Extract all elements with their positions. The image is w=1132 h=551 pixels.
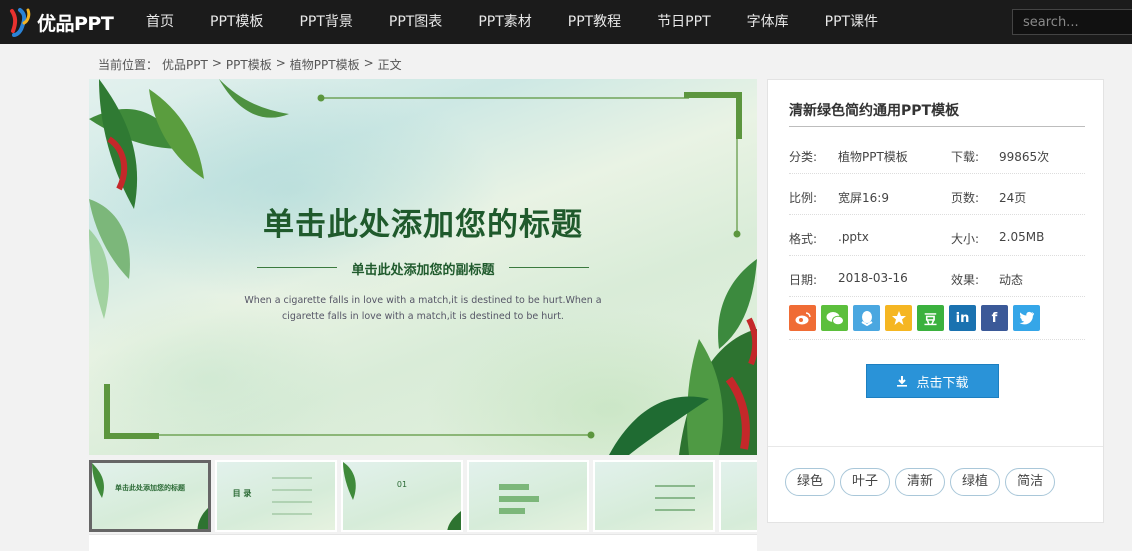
title-divider — [789, 126, 1085, 127]
download-button[interactable]: 点击下载 — [866, 364, 999, 398]
tag-leaf[interactable]: 叶子 — [840, 468, 891, 496]
info-row-ratio: 比例: 宽屏16:9 页数: 24页 — [789, 175, 1085, 215]
share-wechat-button[interactable] — [821, 305, 848, 331]
share-qq-button[interactable] — [853, 305, 880, 331]
share-buttons: 豆 in f — [789, 305, 1040, 331]
download-count: 99865次 — [999, 150, 1050, 164]
nav-ppt-courseware[interactable]: PPT课件 — [807, 0, 896, 44]
slide-body-line: cigarette falls in love with a match,it … — [282, 311, 564, 322]
weibo-icon — [795, 312, 811, 325]
share-qzone-button[interactable] — [885, 305, 912, 331]
nav-home[interactable]: 首页 — [128, 0, 192, 44]
top-navbar: 优品PPT 首页 PPT模板 PPT背景 PPT图表 PPT素材 PPT教程 节… — [0, 0, 1132, 44]
facebook-icon: f — [991, 310, 998, 326]
page-count: 24页 — [999, 191, 1027, 205]
info-label: 下载: — [951, 150, 980, 164]
tag-green[interactable]: 绿色 — [785, 468, 836, 496]
thumbnail-2[interactable]: 目 录 — [215, 460, 337, 532]
info-label: 格式: — [789, 232, 818, 246]
nav-ppt-templates[interactable]: PPT模板 — [192, 0, 281, 44]
download-label: 点击下载 — [916, 375, 969, 391]
thumbnail-6[interactable] — [719, 460, 757, 532]
breadcrumb-prefix: 当前位置： — [98, 58, 159, 72]
breadcrumb-separator: > — [275, 56, 286, 70]
nav-fonts[interactable]: 字体库 — [729, 0, 807, 44]
qzone-icon — [891, 311, 906, 325]
breadcrumb-separator: > — [211, 56, 222, 70]
template-preview-image[interactable]: 单击此处添加您的标题 单击此处添加您的副标题 When a cigarette … — [89, 79, 757, 455]
info-label: 大小: — [951, 232, 980, 246]
share-weibo-button[interactable] — [789, 305, 816, 331]
tag-simple[interactable]: 简洁 — [1005, 468, 1056, 496]
thumb-text-lines — [655, 485, 695, 511]
share-divider — [789, 339, 1085, 340]
info-label: 日期: — [789, 273, 818, 287]
tag-fresh[interactable]: 清新 — [895, 468, 946, 496]
logo-icon — [10, 8, 31, 37]
share-douban-button[interactable]: 豆 — [917, 305, 944, 331]
breadcrumb: 当前位置： 优品PPT > PPT模板 > 植物PPT模板 > 正文 — [98, 56, 402, 73]
share-linkedin-button[interactable]: in — [949, 305, 976, 331]
thumb-chart-shapes — [499, 484, 539, 514]
thumb-leaf-decoration — [343, 462, 461, 530]
effect-value: 动态 — [999, 273, 1024, 287]
wechat-icon — [826, 311, 844, 325]
info-row-category: 分类: 植物PPT模板 下载: 99865次 — [789, 134, 1085, 174]
info-label: 比例: — [789, 191, 818, 205]
slide-body-text: When a cigarette falls in love with a ma… — [89, 293, 757, 325]
nav-ppt-backgrounds[interactable]: PPT背景 — [281, 0, 370, 44]
share-facebook-button[interactable]: f — [981, 305, 1008, 331]
share-twitter-button[interactable] — [1013, 305, 1040, 331]
description-area — [89, 534, 757, 551]
twitter-icon — [1019, 311, 1034, 325]
nav-holiday-ppt[interactable]: 节日PPT — [639, 0, 728, 44]
info-row-format: 格式: .pptx 大小: 2.05MB — [789, 216, 1085, 256]
nav-ppt-materials[interactable]: PPT素材 — [460, 0, 549, 44]
thumbnail-4[interactable] — [467, 460, 589, 532]
breadcrumb-item-home[interactable]: 优品PPT — [162, 56, 208, 73]
breadcrumb-item-current: 正文 — [377, 58, 402, 72]
template-info-panel: 清新绿色简约通用PPT模板 分类: 植物PPT模板 下载: 99865次 比例:… — [767, 79, 1104, 523]
thumbnail-3[interactable]: 01 — [341, 460, 463, 532]
nav-ppt-charts[interactable]: PPT图表 — [371, 0, 460, 44]
ratio-value: 宽屏16:9 — [838, 191, 889, 205]
template-title: 清新绿色简约通用PPT模板 — [789, 103, 960, 119]
main-nav: 首页 PPT模板 PPT背景 PPT图表 PPT素材 PPT教程 节日PPT 字… — [128, 0, 896, 44]
thumbnail-title: 单击此处添加您的标题 — [115, 484, 185, 492]
category-link[interactable]: 植物PPT模板 — [838, 148, 908, 165]
tag-list: 绿色 叶子 清新 绿植 简洁 — [785, 468, 1056, 496]
slide-title: 单击此处添加您的标题 — [263, 207, 583, 243]
breadcrumb-item-plant-templates[interactable]: 植物PPT模板 — [290, 56, 360, 73]
tag-green-plant[interactable]: 绿植 — [950, 468, 1001, 496]
info-label: 效果: — [951, 273, 980, 287]
linkedin-icon: in — [955, 310, 970, 326]
qq-icon — [860, 311, 873, 326]
slide-subtitle: 单击此处添加您的副标题 — [351, 263, 495, 278]
subtitle-line-right — [509, 267, 589, 268]
search-input[interactable] — [1012, 9, 1132, 35]
breadcrumb-item-templates[interactable]: PPT模板 — [226, 56, 272, 73]
info-label: 分类: — [789, 150, 818, 164]
date-value: 2018-03-16 — [838, 271, 908, 285]
tags-divider — [768, 446, 1103, 447]
slide-body-line: When a cigarette falls in love with a ma… — [244, 295, 602, 306]
douban-icon: 豆 — [923, 312, 937, 328]
thumbnail-strip: 单击此处添加您的标题 目 录 01 — [89, 460, 757, 532]
breadcrumb-separator: > — [363, 56, 374, 70]
download-icon — [897, 376, 908, 387]
nav-ppt-tutorials[interactable]: PPT教程 — [550, 0, 639, 44]
site-logo[interactable]: 优品PPT — [8, 6, 114, 38]
thumbnail-1[interactable]: 单击此处添加您的标题 — [89, 460, 211, 532]
file-size: 2.05MB — [999, 230, 1045, 244]
info-label: 页数: — [951, 191, 980, 205]
thumbnail-5[interactable] — [593, 460, 715, 532]
thumb-list-lines — [272, 477, 312, 515]
thumb-leaf-decoration — [92, 463, 208, 529]
info-row-date: 日期: 2018-03-16 效果: 动态 — [789, 257, 1085, 297]
logo-text: 优品PPT — [37, 12, 114, 35]
format-value: .pptx — [838, 230, 869, 244]
